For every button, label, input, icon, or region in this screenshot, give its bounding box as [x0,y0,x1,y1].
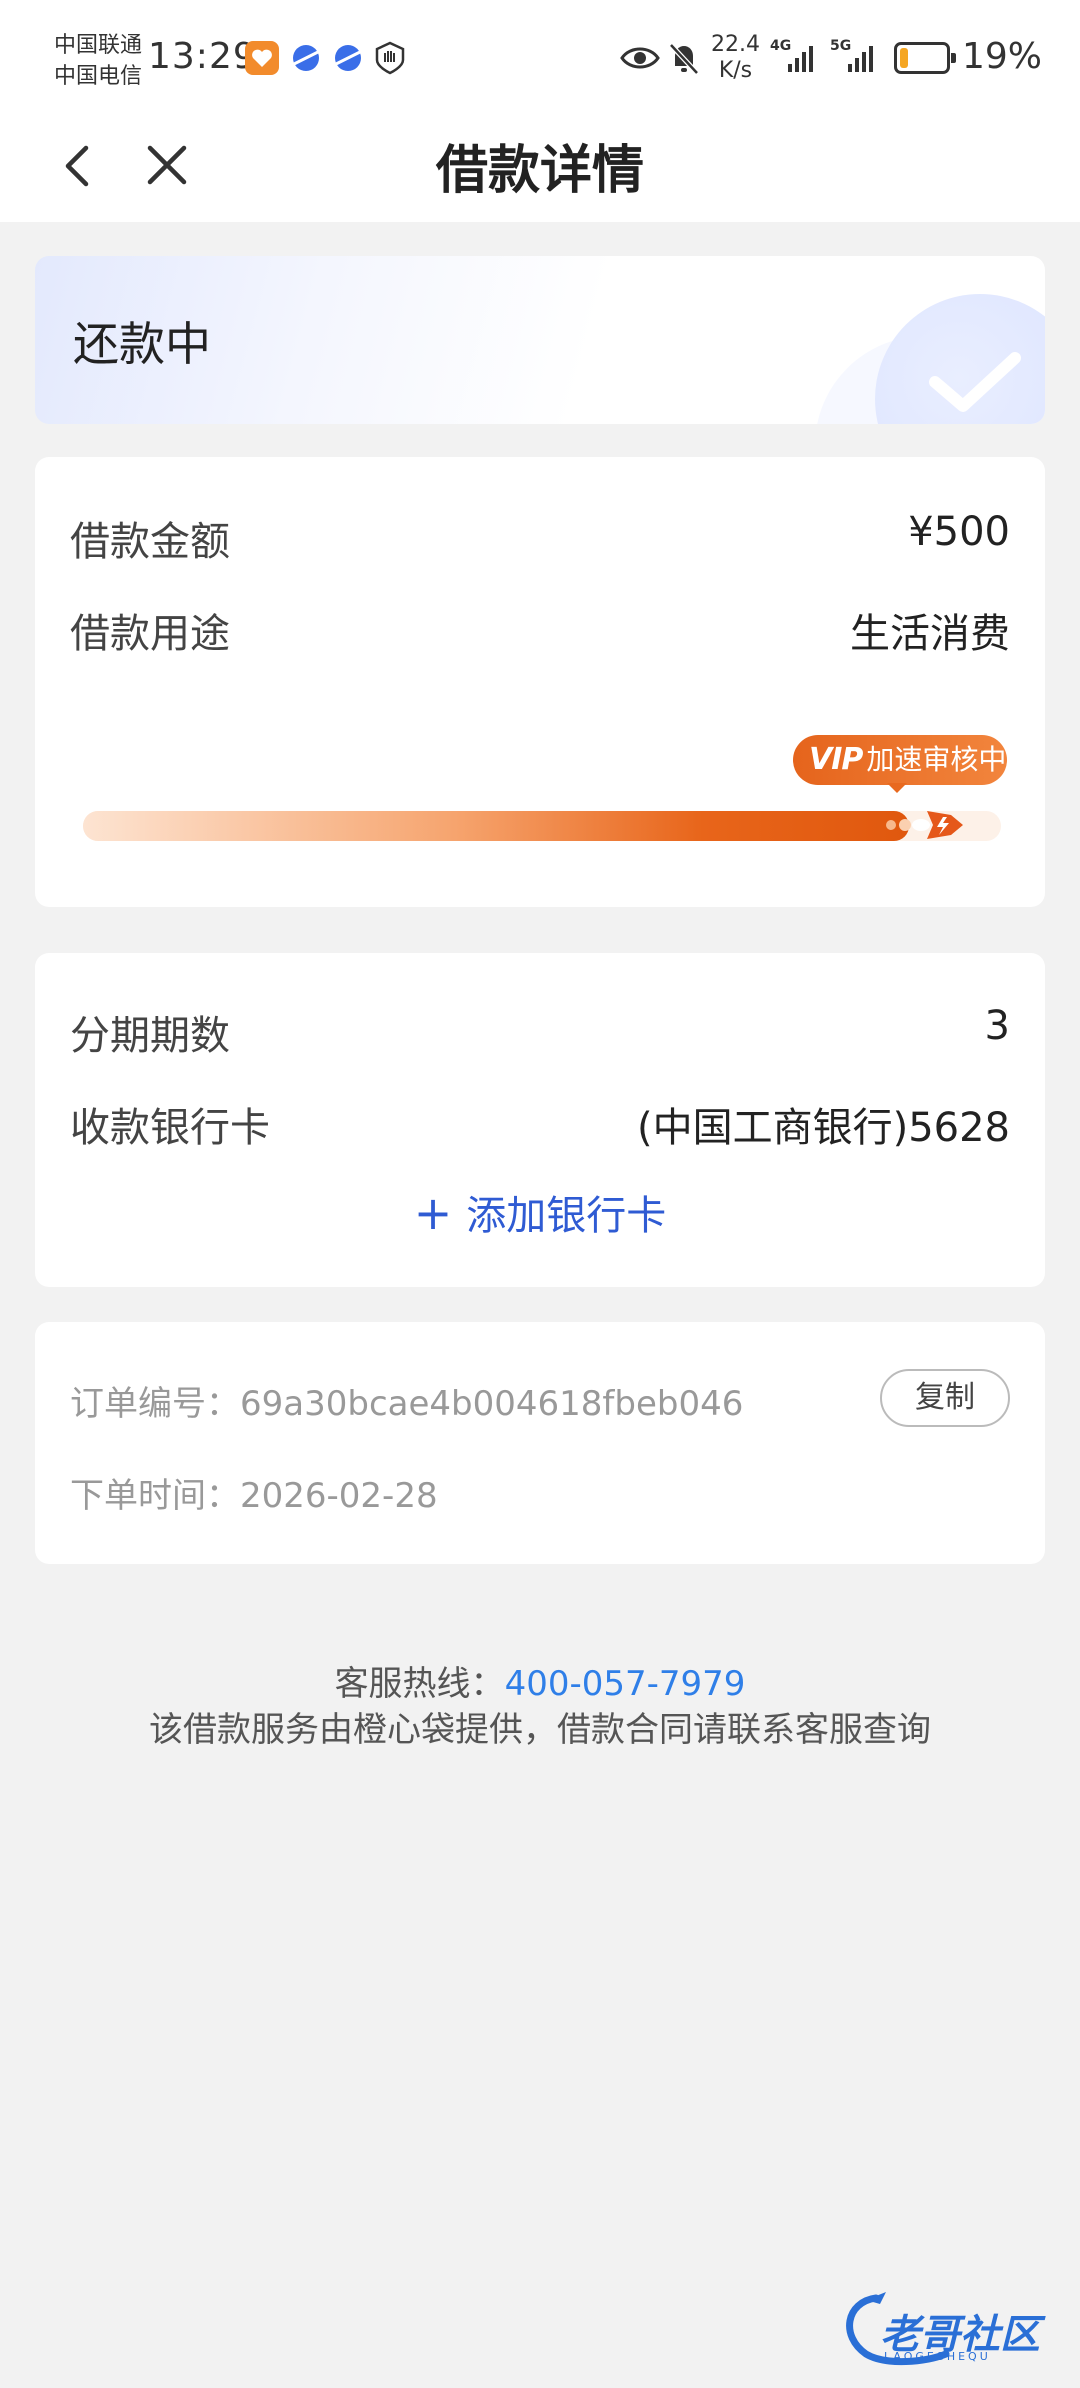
order-time-row: 下单时间：2026-02-28 [70,1468,438,1517]
page-title: 借款详情 [435,141,644,201]
loan-amount-label: 借款金额 [70,519,230,565]
hotline-label: 客服热线： [334,1664,505,1704]
copy-button[interactable]: 复制 [880,1369,1010,1427]
loan-info-card: 借款金额 ¥500 借款用途 生活消费 VIP 加速审核中 [35,457,1045,907]
order-number-label: 订单编号： [70,1384,240,1424]
carrier-info: 中国联通 中国电信 [54,30,142,92]
signal-icon [788,46,813,72]
plus-icon: + [413,1186,453,1240]
watermark-subtext: LAOGESHEQU [884,2350,991,2363]
loan-status-text: 还款中 [73,317,211,371]
order-time-value: 2026-02-28 [240,1476,438,1516]
periods-value: 3 [984,1003,1010,1049]
app-planet-icon-2 [335,45,361,71]
bank-card-value: (中国工商银行)5628 [636,1105,1010,1151]
nav-bar: 借款详情 [0,120,1080,222]
loan-amount-value: ¥500 [908,509,1010,555]
app-planet-icon [293,45,319,71]
installment-card: 分期期数 3 收款银行卡 (中国工商银行)5628 + 添加银行卡 [35,953,1045,1287]
order-time-label: 下单时间： [70,1476,240,1516]
vip-badge-text: 加速审核中 [866,743,1007,776]
loan-purpose-label: 借款用途 [70,611,230,657]
battery-percent: 19% [962,36,1043,77]
clock: 13:29 [148,36,257,77]
loan-purpose-value: 生活消费 [850,611,1010,657]
order-number-row: 订单编号：69a30bcae4b004618fbeb046 [70,1376,743,1425]
vip-label: VIP [809,742,863,777]
app-heart-icon [245,41,279,75]
check-icon [929,352,1021,412]
speed-unit: K/s [718,58,753,83]
review-progress-fill [83,811,909,841]
hand-shield-icon [375,41,405,75]
hotline: 客服热线：400-057-7979 [0,1656,1080,1705]
status-bar: 中国联通 中国电信 13:29 22.4 K/s 4G 5G 19% [0,0,1080,120]
vip-badge: VIP 加速审核中 [793,735,1007,785]
rocket-icon [886,811,963,839]
vip-badge-pointer [887,783,907,793]
carrier-2: 中国电信 [54,64,143,89]
add-bank-card-button[interactable]: + 添加银行卡 [35,1183,1045,1241]
carrier-1: 中国联通 [54,33,143,58]
bank-card-label: 收款银行卡 [70,1105,270,1151]
eye-icon [620,47,660,69]
periods-label: 分期期数 [70,1013,230,1059]
bell-muted-icon [669,43,699,75]
loan-status-card: 还款中 [35,256,1045,424]
signal-icon-2 [848,46,873,72]
battery-icon [894,42,956,74]
network-speed: 22.4 K/s [711,32,760,84]
add-bank-card-label: 添加银行卡 [466,1193,667,1239]
hotline-number[interactable]: 400-057-7979 [505,1664,746,1704]
order-card: 订单编号：69a30bcae4b004618fbeb046 复制 下单时间：20… [35,1322,1045,1564]
disclaimer: 该借款服务由橙心袋提供，借款合同请联系客服查询 [149,1710,931,1750]
order-number-value: 69a30bcae4b004618fbeb046 [240,1384,744,1424]
speed-value: 22.4 [711,32,760,57]
